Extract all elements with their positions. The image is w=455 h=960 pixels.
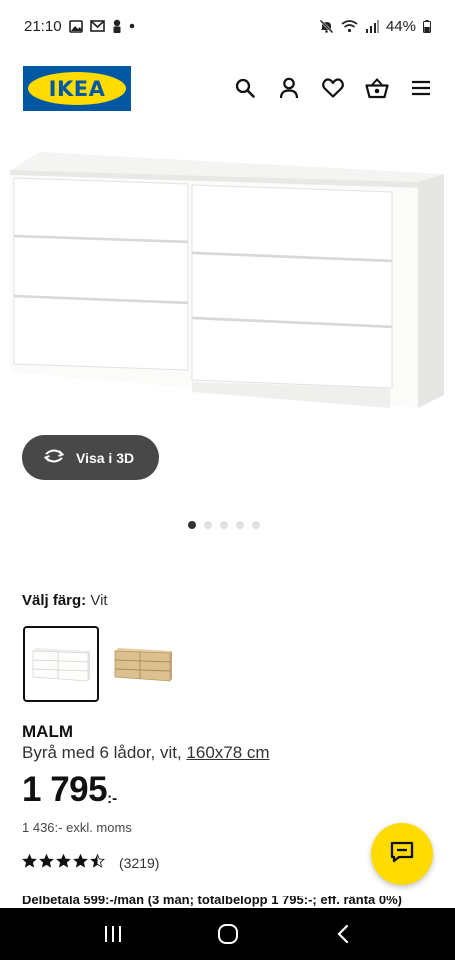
review-count: (3219)	[119, 854, 160, 871]
carousel-dot[interactable]	[220, 521, 228, 529]
ikea-logo[interactable]: IKEA	[23, 66, 131, 111]
recent-apps-icon[interactable]	[93, 914, 133, 954]
carousel-dots	[188, 521, 260, 529]
status-bar: 21:10 44%	[0, 0, 455, 52]
product-image[interactable]	[0, 130, 455, 430]
dot-icon	[129, 23, 135, 29]
rating-stars	[22, 853, 107, 871]
color-swatch-white[interactable]	[23, 626, 99, 702]
mail-icon	[89, 20, 105, 32]
search-icon[interactable]	[233, 74, 257, 102]
image-icon	[68, 19, 83, 33]
installment-text: Delbetala 599:-/mån (3 mån; totalbelopp …	[22, 896, 402, 907]
product-price: 1 795 :-	[22, 772, 117, 807]
star-icon	[90, 853, 105, 868]
carousel-dot[interactable]	[188, 521, 196, 529]
battery-percent: 44%	[385, 17, 416, 35]
color-label-key: Välj färg:	[22, 592, 87, 609]
mute-icon	[319, 19, 334, 34]
product-name: MALM	[22, 722, 73, 741]
signal-icon	[365, 19, 379, 33]
status-time: 21:10	[24, 17, 62, 35]
chat-icon	[390, 841, 414, 868]
logo-text: IKEA	[48, 76, 106, 101]
basket-icon[interactable]	[365, 74, 389, 102]
star-icon	[73, 853, 88, 868]
system-nav-bar	[0, 908, 455, 960]
price-suffix: :-	[107, 790, 118, 807]
menu-icon[interactable]	[409, 74, 433, 102]
back-icon[interactable]	[323, 914, 363, 954]
star-icon	[22, 853, 37, 868]
star-icon	[39, 853, 54, 868]
product-description-text: Byrå med 6 lådor, vit,	[22, 743, 182, 762]
star-icon	[56, 853, 71, 868]
color-picker-label: Välj färg: Vit	[22, 592, 108, 609]
carousel-dot[interactable]	[236, 521, 244, 529]
installment-info: Delbetala 599:-/mån (3 mån; totalbelopp …	[22, 896, 442, 908]
view-in-3d-button[interactable]: Visa i 3D	[22, 435, 159, 480]
size-link[interactable]: 160x78 cm	[186, 743, 269, 762]
carousel-dot[interactable]	[252, 521, 260, 529]
rating[interactable]: (3219)	[22, 853, 160, 871]
carousel-dot[interactable]	[204, 521, 212, 529]
color-swatch-white-stained-oak[interactable]	[105, 626, 181, 702]
wifi-icon	[341, 19, 358, 33]
price-amount: 1 795	[22, 770, 108, 809]
color-selected-value: Vit	[90, 592, 108, 609]
rotate-3d-icon	[42, 448, 66, 467]
person-icon	[112, 19, 122, 33]
view-in-3d-label: Visa i 3D	[76, 449, 135, 466]
price-excl-vat: 1 436:- exkl. moms	[22, 820, 132, 835]
product-description: Byrå med 6 lådor, vit, 160x78 cm	[22, 743, 270, 763]
home-icon[interactable]	[208, 914, 248, 954]
site-header: IKEA	[0, 66, 455, 114]
heart-icon[interactable]	[321, 74, 345, 102]
chat-button[interactable]	[371, 823, 433, 885]
profile-icon[interactable]	[277, 74, 301, 102]
battery-icon	[423, 19, 431, 33]
